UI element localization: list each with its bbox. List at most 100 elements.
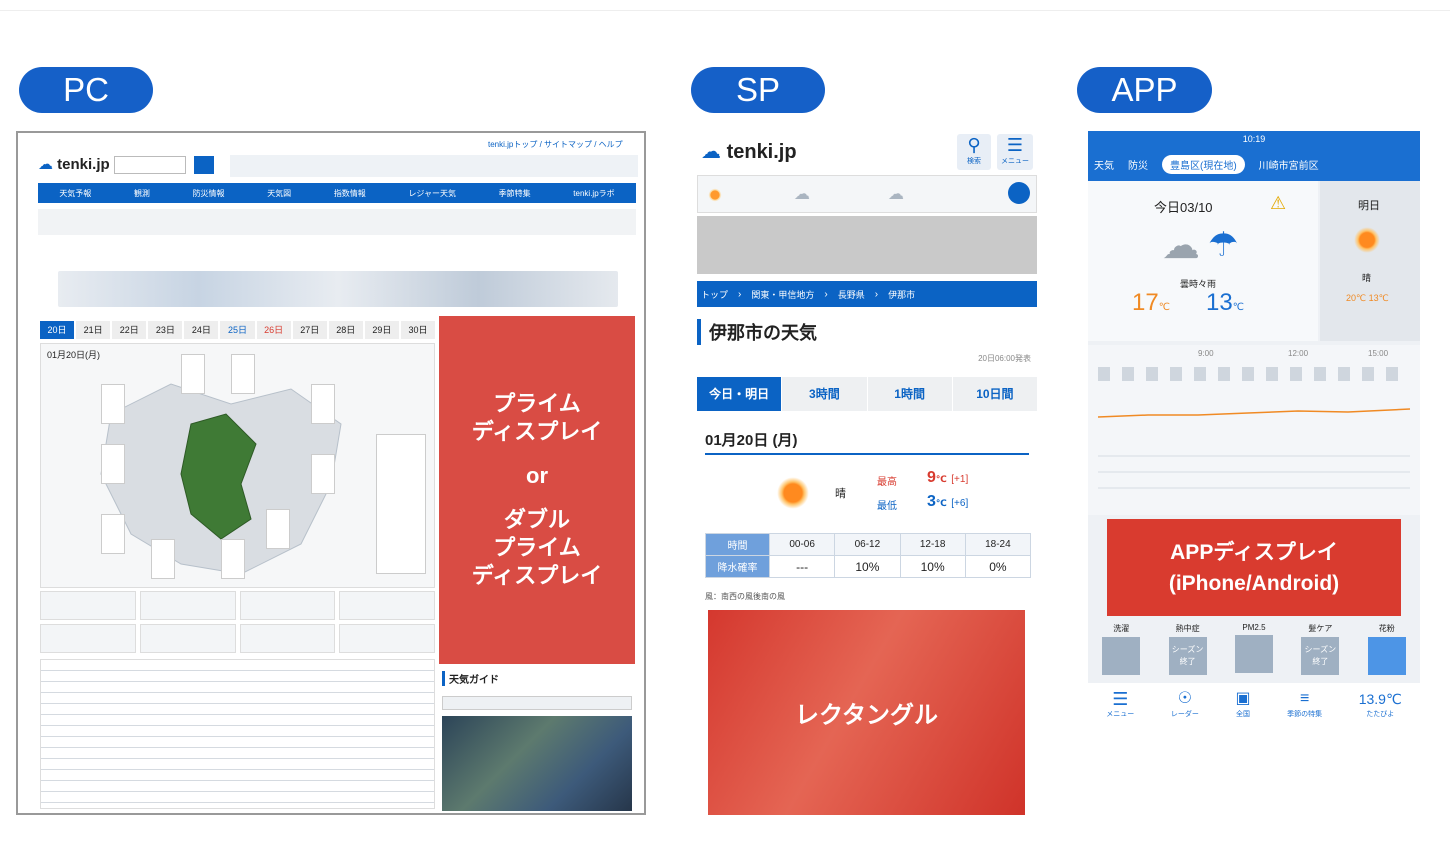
chevron-right-icon: › xyxy=(738,288,742,300)
pc-nav-item[interactable]: 季節特集 xyxy=(499,188,531,199)
app-nav-national[interactable]: ▣ 全国 xyxy=(1235,689,1250,719)
pc-nav-item[interactable]: 天気図 xyxy=(267,188,291,199)
pc-map-marker[interactable] xyxy=(311,384,335,424)
pc-date-tab[interactable]: 28日 xyxy=(328,321,363,339)
pc-city-card[interactable] xyxy=(40,591,136,620)
app-index-item[interactable]: 髪ケア シーズン終了 xyxy=(1301,623,1340,679)
sp-breadcrumb-item[interactable]: 長野県 xyxy=(838,288,865,301)
pc-city-card[interactable] xyxy=(239,624,336,653)
map-icon: ▣ xyxy=(1235,690,1251,707)
pc-nav-item[interactable]: 天気予報 xyxy=(59,188,91,199)
pc-map-marker[interactable] xyxy=(101,514,125,554)
pc-date-tab[interactable]: 23日 xyxy=(148,321,183,339)
pc-nav-item[interactable]: 観測 xyxy=(134,188,150,199)
sp-precip-table: 時間 00-06 06-12 12-18 18-24 降水確率 --- 10% … xyxy=(705,533,1032,578)
pc-map-marker[interactable] xyxy=(101,444,125,484)
pc-date-tab[interactable]: 20日 xyxy=(40,321,75,339)
app-tomorrow-label: 明日 xyxy=(1358,200,1380,212)
pc-map-marker[interactable] xyxy=(221,539,245,579)
sp-wind: 風：南西の風後南の風 xyxy=(705,592,785,601)
pc-city-grid xyxy=(40,591,435,653)
sp-breadcrumb-item[interactable]: トップ xyxy=(701,288,728,301)
pc-map-marker[interactable] xyxy=(151,539,175,579)
pc-ad-overlay: プライム ディスプレイ or ダブル プライム ディスプレイ xyxy=(439,316,635,664)
app-nav-radar[interactable]: ☉ レーダー xyxy=(1171,689,1199,719)
pc-search-input[interactable] xyxy=(114,156,186,174)
pc-nav-item[interactable]: 指数情報 xyxy=(334,188,366,199)
pc-radar-image[interactable] xyxy=(442,716,632,811)
app-display-overlay: APPディスプレイ (iPhone/Android) xyxy=(1107,519,1401,616)
pc-weather-guide: 天気ガイド xyxy=(442,671,632,811)
pc-map-marker[interactable] xyxy=(101,384,125,424)
app-index-item[interactable]: 花粉 xyxy=(1367,623,1406,679)
pc-map-marker[interactable] xyxy=(231,354,255,394)
sp-tab-3h[interactable]: 3時間 xyxy=(781,377,866,411)
pc-nav: 天気予報 観測 防災情報 天気図 指数情報 レジャー天気 季節特集 tenki.… xyxy=(38,183,636,203)
location-icon[interactable] xyxy=(1008,182,1030,204)
search-icon: ⚲ xyxy=(967,135,981,155)
pc-guide-tabs[interactable] xyxy=(442,696,632,710)
pc-map-marker[interactable] xyxy=(181,354,205,394)
pc-city-card[interactable] xyxy=(339,591,435,620)
app-tab[interactable]: 天気 xyxy=(1094,157,1114,172)
pc-date-tab[interactable]: 22日 xyxy=(112,321,147,339)
pc-date-tab[interactable]: 26日 xyxy=(256,321,291,339)
app-nav-temp[interactable]: 13.9℃ たたびよ xyxy=(1359,689,1402,719)
sp-table-head: 06-12 xyxy=(834,533,901,556)
sp-tab-today[interactable]: 今日・明日 xyxy=(697,377,782,411)
pc-nav-item[interactable]: 防災情報 xyxy=(193,188,225,199)
app-tab[interactable]: 防災 xyxy=(1128,157,1148,172)
pc-map-marker[interactable] xyxy=(311,454,335,494)
sp-divider xyxy=(705,453,1029,455)
pc-date-tab[interactable]: 27日 xyxy=(292,321,327,339)
pc-overlay-or: or xyxy=(526,463,548,488)
pc-map-sidepanel xyxy=(376,434,426,574)
sp-table-head: 00-06 xyxy=(768,533,836,556)
pc-header-links[interactable]: tenki.jpトップ / サイトマップ / ヘルプ xyxy=(488,139,623,150)
pc-map-marker[interactable] xyxy=(266,509,290,549)
pc-screenshot: ☁ tenki.jp tenki.jpトップ / サイトマップ / ヘルプ 天気… xyxy=(16,131,646,815)
pc-overlay-line5: ディスプレイ xyxy=(471,563,603,588)
sp-tab-10d[interactable]: 10日間 xyxy=(951,377,1037,411)
pc-city-card[interactable] xyxy=(139,624,236,653)
pc-date-tab[interactable]: 21日 xyxy=(76,321,111,339)
app-status-bar: 10:19 xyxy=(1088,131,1420,147)
pc-city-card[interactable] xyxy=(239,591,336,620)
pc-search-button[interactable] xyxy=(194,156,214,174)
app-tab[interactable]: 川崎市宮前区 xyxy=(1259,157,1319,172)
app-tomorrow-panel: 明日 晴 20℃ 13℃ xyxy=(1320,181,1420,341)
sp-breadcrumb-item[interactable]: 伊那市 xyxy=(888,288,915,301)
sp-search-button[interactable]: ⚲ 検索 xyxy=(957,134,991,170)
pc-weather-map[interactable]: 01月20日(月) xyxy=(40,343,435,588)
app-index-item[interactable]: PM2.5 xyxy=(1234,623,1273,679)
sp-logo[interactable]: ☁ tenki.jp xyxy=(701,139,797,164)
pc-nav-item[interactable]: tenki.jpラボ xyxy=(573,188,614,199)
pc-date-tab[interactable]: 30日 xyxy=(400,321,436,339)
pc-overlay-line1: プライム xyxy=(493,391,581,416)
sp-tabs: 今日・明日 3時間 1時間 10日間 xyxy=(697,377,1037,411)
pc-nav-item[interactable]: レジャー天気 xyxy=(408,188,456,199)
pc-guide-title: 天気ガイド xyxy=(442,671,632,686)
app-nav-menu[interactable]: ☰ メニュー xyxy=(1106,689,1134,719)
sp-tab-1h[interactable]: 1時間 xyxy=(866,377,952,411)
pc-city-card[interactable] xyxy=(139,591,236,620)
app-hourly-forecast[interactable]: 9:00 12:00 15:00 xyxy=(1088,345,1420,515)
app-tab-current[interactable]: 豊島区(現在地) xyxy=(1162,154,1245,174)
pc-city-card[interactable] xyxy=(339,624,435,653)
app-index-item[interactable]: 洗濯 xyxy=(1102,623,1141,679)
pc-date-tab[interactable]: 25日 xyxy=(220,321,255,339)
pc-city-card[interactable] xyxy=(40,624,136,653)
app-tomorrow-weather: 晴 xyxy=(1362,273,1372,283)
app-hourly-rows xyxy=(1098,441,1410,501)
pc-logo[interactable]: ☁ tenki.jp xyxy=(38,155,110,173)
app-index-item[interactable]: 熱中症 シーズン終了 xyxy=(1168,623,1207,679)
pc-date-tab[interactable]: 24日 xyxy=(184,321,219,339)
sp-menu-button[interactable]: ☰ メニュー xyxy=(997,134,1033,170)
sp-label: SP xyxy=(691,67,825,113)
app-nav-season[interactable]: ≡ 季節の特集 xyxy=(1287,689,1322,719)
menu-icon: ☰ xyxy=(1006,135,1024,155)
pc-date-tab[interactable]: 29日 xyxy=(364,321,399,339)
sp-weather-strip: ☁ ☁ xyxy=(697,175,1037,213)
app-today-date: 今日03/10 xyxy=(1154,200,1213,215)
sp-breadcrumb-item[interactable]: 関東・甲信地方 xyxy=(751,288,814,301)
